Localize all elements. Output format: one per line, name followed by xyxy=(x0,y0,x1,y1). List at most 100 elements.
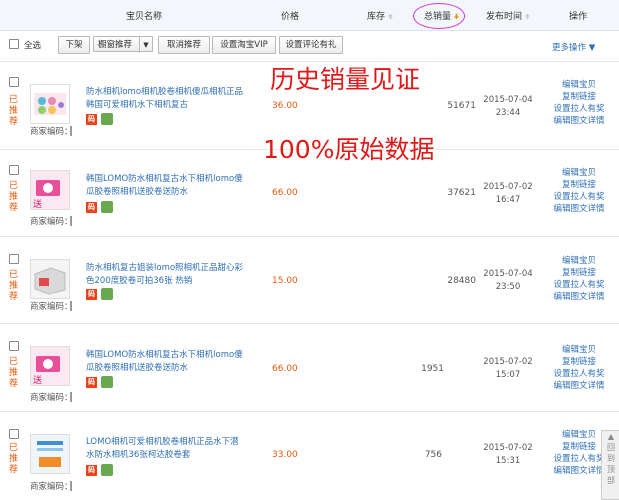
select-all-label: 全选 xyxy=(24,41,42,51)
overlay-heading: 历史销量见证 xyxy=(270,65,421,94)
publish-clock: 16:47 xyxy=(495,195,521,205)
merchant-code-input[interactable] xyxy=(70,216,72,226)
code-icon[interactable]: 码 xyxy=(86,377,97,388)
cancel-recommend-button[interactable]: 取消推荐 xyxy=(158,36,210,54)
row-checkbox[interactable] xyxy=(9,165,19,175)
row-checkbox[interactable] xyxy=(9,429,19,439)
merchant-code-input[interactable] xyxy=(70,126,72,136)
col-time-header[interactable]: 发布时间 xyxy=(486,9,531,22)
set-vip-button[interactable]: 设置淘宝VIP xyxy=(212,36,276,54)
code-icon[interactable]: 码 xyxy=(86,202,97,213)
edit-details-link[interactable]: 编辑图文详情 xyxy=(549,203,609,215)
publish-time: 2015-07-02 15:31 xyxy=(480,442,536,468)
price-value[interactable]: 66.00 xyxy=(272,364,304,374)
set-referral-link[interactable]: 设置拉人有奖 xyxy=(549,453,609,465)
merchant-code-label: 商家编码： xyxy=(30,302,73,312)
price-value[interactable]: 15.00 xyxy=(272,276,304,286)
set-review-gift-button[interactable]: 设置评论有礼 xyxy=(279,36,343,54)
copy-link-link[interactable]: 复制链接 xyxy=(549,91,609,103)
edit-details-link[interactable]: 编辑图文详情 xyxy=(549,291,609,303)
row-checkbox[interactable] xyxy=(9,341,19,351)
merchant-code-label: 商家编码： xyxy=(30,482,73,492)
price-value[interactable]: 33.00 xyxy=(272,450,304,460)
product-title-link[interactable]: 防水相机复古姐装lomo照相机正品甜心彩色200度胶卷可拍36张 热销 xyxy=(86,262,246,288)
publish-date: 2015-07-02 xyxy=(483,357,533,367)
product-thumbnail[interactable] xyxy=(30,259,70,299)
product-thumbnail[interactable] xyxy=(30,434,70,474)
copy-link-link[interactable]: 复制链接 xyxy=(549,267,609,279)
row-actions: 编辑宝贝 复制链接 设置拉人有奖 编辑图文详情 xyxy=(549,167,609,215)
price-value[interactable]: 36.00 xyxy=(272,101,304,111)
select-all-checkbox[interactable] xyxy=(9,39,19,49)
code-icon[interactable]: 码 xyxy=(86,114,97,125)
window-recommend-label: 橱窗推荐 xyxy=(98,40,133,50)
publish-date: 2015-07-04 xyxy=(483,269,533,279)
col-price-header[interactable]: 价格 xyxy=(281,9,299,22)
camera-image: 送 xyxy=(31,171,69,209)
set-referral-link[interactable]: 设置拉人有奖 xyxy=(549,368,609,380)
set-referral-link[interactable]: 设置拉人有奖 xyxy=(549,103,609,115)
product-thumbnail[interactable] xyxy=(30,84,70,124)
dropdown-arrow-icon[interactable]: ▼ xyxy=(139,37,152,53)
recommended-tag: 已推荐 xyxy=(9,443,19,475)
edit-item-link[interactable]: 编辑宝贝 xyxy=(549,429,609,441)
merchant-code-input[interactable] xyxy=(70,392,72,402)
publish-time: 2015-07-04 23:50 xyxy=(480,268,536,294)
edit-icon[interactable] xyxy=(101,376,113,388)
edit-icon[interactable] xyxy=(101,201,113,213)
set-referral-link[interactable]: 设置拉人有奖 xyxy=(549,191,609,203)
edit-details-link[interactable]: 编辑图文详情 xyxy=(549,115,609,127)
col-time-label: 发布时间 xyxy=(486,12,523,22)
row-checkbox[interactable] xyxy=(9,254,19,264)
copy-link-link[interactable]: 复制链接 xyxy=(549,179,609,191)
more-ops-link[interactable]: 更多操作 ▼ xyxy=(552,41,595,53)
set-referral-link[interactable]: 设置拉人有奖 xyxy=(549,279,609,291)
product-title-link[interactable]: 韩国LOMO防水相机复古水下相机lomo傻瓜胶卷照相机送胶卷送防水 xyxy=(86,349,246,375)
sales-value: 37621 xyxy=(447,188,476,198)
edit-item-link[interactable]: 编辑宝贝 xyxy=(549,167,609,179)
svg-text:送: 送 xyxy=(33,198,42,209)
publish-date: 2015-07-02 xyxy=(483,443,533,453)
merchant-code-input[interactable] xyxy=(70,481,72,491)
edit-icon[interactable] xyxy=(101,288,113,300)
product-thumbnail[interactable]: 送 xyxy=(30,170,70,210)
publish-clock: 15:31 xyxy=(495,456,521,466)
product-title-link[interactable]: LOMO相机可爱相机胶卷相机正品水下潜水防水相机36张柯达胶卷套 xyxy=(86,436,246,462)
product-thumbnail[interactable]: 送 xyxy=(30,346,70,386)
back-to-top-button[interactable]: ▲ 回到顶部 xyxy=(601,430,619,500)
sort-icon xyxy=(524,13,531,20)
publish-time: 2015-07-04 23:44 xyxy=(480,94,536,120)
price-value[interactable]: 66.00 xyxy=(272,188,304,198)
recommended-tag: 已推荐 xyxy=(9,357,19,389)
merchant-code-label: 商家编码： xyxy=(30,393,73,403)
camera-image: 送 xyxy=(31,347,69,385)
publish-time: 2015-07-02 15:07 xyxy=(480,356,536,382)
edit-details-link[interactable]: 编辑图文详情 xyxy=(549,465,609,477)
row-actions: 编辑宝贝 复制链接 设置拉人有奖 编辑图文详情 xyxy=(549,79,609,127)
edit-item-link[interactable]: 编辑宝贝 xyxy=(549,79,609,91)
col-stock-header[interactable]: 库存 xyxy=(367,9,394,22)
chevron-down-icon: ▼ xyxy=(588,43,596,53)
delist-button[interactable]: 下架 xyxy=(58,36,90,54)
merchant-code-input[interactable] xyxy=(70,301,72,311)
code-icon[interactable]: 码 xyxy=(86,465,97,476)
edit-icon[interactable] xyxy=(101,464,113,476)
edit-details-link[interactable]: 编辑图文详情 xyxy=(549,380,609,392)
arrow-up-icon: ▲ xyxy=(607,432,615,441)
product-title-link[interactable]: 韩国LOMO防水相机复古水下相机lomo傻瓜胶卷照相机送胶卷送防水 xyxy=(86,173,246,199)
edit-icon[interactable] xyxy=(101,113,113,125)
publish-time: 2015-07-02 16:47 xyxy=(480,181,536,207)
copy-link-link[interactable]: 复制链接 xyxy=(549,356,609,368)
edit-item-link[interactable]: 编辑宝贝 xyxy=(549,255,609,267)
table-row: 已推荐 防水相机复古姐装lomo照相机正品甜心彩色200度胶卷可拍36张 热销 … xyxy=(0,236,619,324)
publish-date: 2015-07-02 xyxy=(483,182,533,192)
product-title-link[interactable]: 防水相机lomo相机胶卷相机傻瓜相机正品韩国可爱相机水下相机复古 xyxy=(86,86,246,112)
copy-link-link[interactable]: 复制链接 xyxy=(549,441,609,453)
edit-item-link[interactable]: 编辑宝贝 xyxy=(549,344,609,356)
table-header: 宝贝名称 价格 库存 总销量 发布时间 操作 xyxy=(0,0,619,31)
window-recommend-button[interactable]: 橱窗推荐 ▼ xyxy=(93,36,153,53)
row-checkbox[interactable] xyxy=(9,77,19,87)
row-actions: 编辑宝贝 复制链接 设置拉人有奖 编辑图文详情 xyxy=(549,429,609,477)
publish-date: 2015-07-04 xyxy=(483,95,533,105)
code-icon[interactable]: 码 xyxy=(86,289,97,300)
